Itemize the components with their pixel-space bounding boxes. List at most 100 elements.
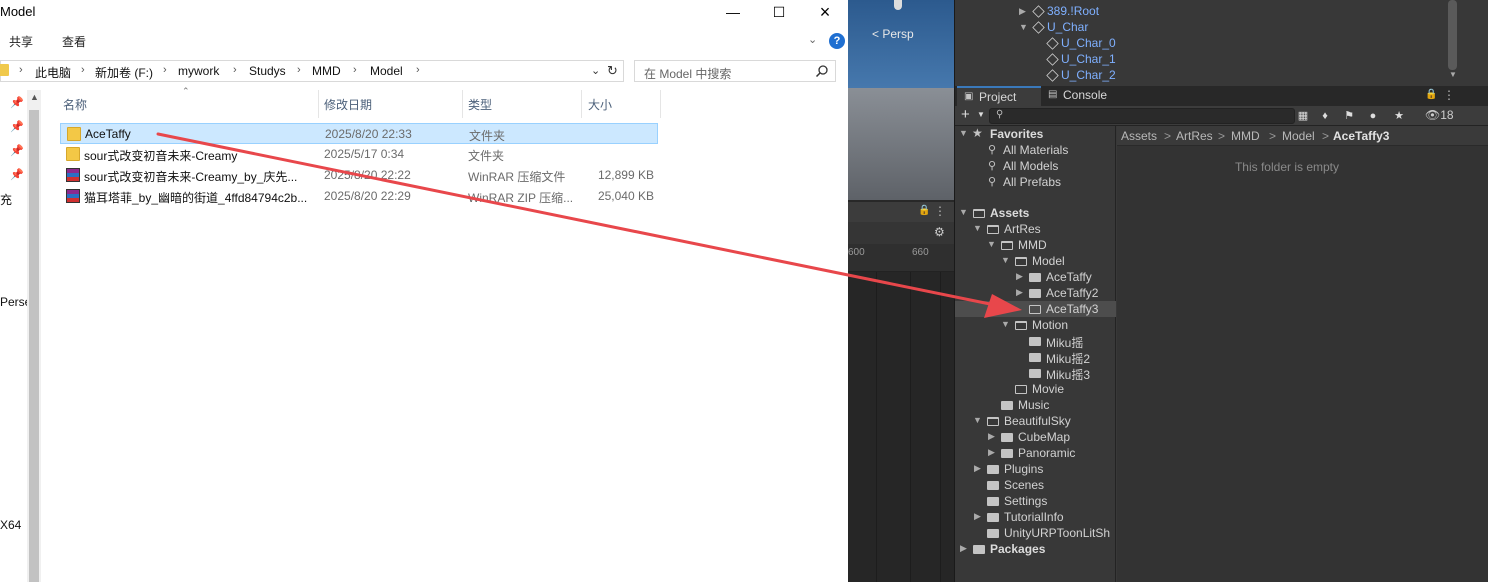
tree-node[interactable]: Miku摇 bbox=[955, 333, 1116, 350]
expand-arrow-icon[interactable]: ▼ bbox=[1019, 22, 1028, 32]
maximize-button[interactable]: ☐ bbox=[756, 0, 802, 26]
gear-icon[interactable]: ⚙ bbox=[934, 225, 945, 239]
project-search-input[interactable]: ⚲ bbox=[989, 108, 1295, 124]
scrollbar-thumb[interactable] bbox=[29, 110, 39, 582]
tree-node[interactable]: ▼ Motion bbox=[955, 317, 1116, 333]
expand-arrow-icon[interactable]: ▼ bbox=[987, 239, 996, 249]
breadcrumb-drive[interactable]: 新加卷 (F:) bbox=[95, 64, 153, 81]
tree-node[interactable]: Miku摇2 bbox=[955, 349, 1116, 366]
expand-arrow-icon[interactable]: ▶ bbox=[988, 431, 995, 442]
expand-arrow-icon[interactable]: ▶ bbox=[1016, 287, 1023, 298]
expand-arrow-icon[interactable]: ▶ bbox=[988, 447, 995, 458]
nav-item-partial[interactable]: 补充 bbox=[0, 191, 12, 208]
file-row[interactable]: AceTaffy 2025/8/20 22:33 文件夹 bbox=[60, 123, 658, 144]
column-header-size[interactable]: 大小 bbox=[588, 96, 612, 113]
breadcrumb-this-pc[interactable]: 此电脑 bbox=[35, 64, 71, 81]
search-input[interactable]: 在 Model 中搜索 bbox=[644, 65, 731, 82]
expand-arrow-icon[interactable]: ▼ bbox=[973, 415, 982, 425]
pin-icon[interactable]: 📌 bbox=[10, 120, 24, 133]
tree-node[interactable]: Scenes bbox=[955, 477, 1116, 493]
chevron-right-icon[interactable]: › bbox=[19, 64, 23, 76]
expand-arrow-icon[interactable]: ▼ bbox=[959, 207, 968, 217]
address-bar[interactable]: › 此电脑 › 新加卷 (F:) › mywork › Studys › MMD… bbox=[0, 60, 624, 82]
nav-scrollbar[interactable]: ▲ bbox=[27, 90, 41, 582]
lock-icon[interactable]: 🔒 bbox=[1425, 89, 1437, 100]
refresh-icon[interactable]: ↻ bbox=[607, 63, 618, 79]
column-divider[interactable] bbox=[462, 90, 463, 118]
chevron-down-icon[interactable]: ⌄ bbox=[808, 33, 817, 46]
pin-icon[interactable]: 📌 bbox=[10, 168, 24, 181]
scroll-down-icon[interactable]: ▼ bbox=[1449, 70, 1457, 79]
breadcrumb-current[interactable]: AceTaffy3 bbox=[1333, 129, 1389, 143]
breadcrumb-model[interactable]: Model bbox=[370, 64, 403, 78]
expand-arrow-icon[interactable]: ▶ bbox=[974, 463, 981, 474]
hidden-packages-count[interactable]: 👁18 bbox=[1425, 108, 1454, 122]
close-button[interactable]: × bbox=[802, 0, 848, 26]
minimize-button[interactable]: — bbox=[710, 0, 756, 26]
hierarchy-item[interactable]: U_Char_1 bbox=[1061, 52, 1116, 66]
tree-node[interactable]: ▼ ArtRes bbox=[955, 221, 1116, 237]
expand-arrow-icon[interactable]: ▶ bbox=[960, 543, 967, 554]
tree-node[interactable]: ▼ Model bbox=[955, 253, 1116, 269]
timeline-tracks[interactable] bbox=[848, 272, 954, 582]
orientation-gizmo-icon[interactable] bbox=[894, 0, 902, 10]
tab-view[interactable]: 查看 bbox=[62, 33, 86, 50]
nav-item-partial[interactable]: X64 bbox=[0, 518, 21, 532]
tree-node[interactable]: ▼ MMD bbox=[955, 237, 1116, 253]
file-row[interactable]: 猫耳塔菲_by_幽暗的街道_4ffd84794c2b... 2025/8/20 … bbox=[60, 186, 658, 207]
tree-node[interactable]: Movie bbox=[955, 381, 1116, 397]
expand-arrow-icon[interactable]: ▼ bbox=[1001, 319, 1010, 329]
expand-arrow-icon[interactable]: ▶ bbox=[1016, 271, 1023, 282]
expand-arrow-icon[interactable]: ▶ bbox=[1019, 6, 1026, 17]
tab-project[interactable]: ▣ Project bbox=[957, 86, 1041, 106]
project-content-area[interactable]: Assets > ArtRes > MMD > Model > AceTaffy… bbox=[1117, 126, 1488, 582]
breadcrumb-item[interactable]: MMD bbox=[1231, 129, 1260, 143]
favorite-star-icon[interactable]: ★ bbox=[1391, 108, 1407, 124]
filter-type-icon[interactable]: ♦ bbox=[1317, 108, 1333, 124]
create-button[interactable]: + bbox=[961, 106, 970, 123]
chevron-right-icon[interactable]: › bbox=[163, 64, 167, 76]
breadcrumb-mmd[interactable]: MMD bbox=[312, 64, 341, 78]
chevron-right-icon[interactable]: › bbox=[297, 64, 301, 76]
tree-node[interactable]: ⚲ All Prefabs bbox=[955, 174, 1116, 190]
scroll-up-icon[interactable]: ▲ bbox=[30, 92, 39, 102]
chevron-right-icon[interactable]: › bbox=[353, 64, 357, 76]
tree-node[interactable]: ▼ BeautifulSky bbox=[955, 413, 1116, 429]
column-header-date[interactable]: 修改日期 bbox=[324, 96, 372, 113]
hierarchy-item[interactable]: 389.!Root bbox=[1047, 4, 1099, 18]
more-options-icon[interactable]: ⋮ bbox=[1443, 88, 1455, 102]
hierarchy-item[interactable]: U_Char_2 bbox=[1061, 68, 1116, 82]
tree-node-assets[interactable]: ▼ Assets bbox=[955, 205, 1116, 221]
file-row[interactable]: sour式改变初音未来-Creamy 2025/5/17 0:34 文件夹 bbox=[60, 144, 658, 165]
tree-node[interactable]: ▶ Plugins bbox=[955, 461, 1116, 477]
expand-arrow-icon[interactable]: ▼ bbox=[959, 128, 968, 138]
expand-arrow-icon[interactable]: ▼ bbox=[973, 223, 982, 233]
column-divider[interactable] bbox=[318, 90, 319, 118]
column-header-name[interactable]: 名称 bbox=[63, 96, 87, 113]
tree-node[interactable]: ⚲ All Models bbox=[955, 158, 1116, 174]
search-box[interactable]: 在 Model 中搜索 bbox=[634, 60, 836, 82]
chevron-down-icon[interactable]: ▼ bbox=[977, 110, 985, 119]
tree-node[interactable]: Settings bbox=[955, 493, 1116, 509]
search-by-type-icon[interactable]: ▦ bbox=[1295, 108, 1311, 124]
lock-icon[interactable]: 🔒 bbox=[918, 205, 930, 216]
tree-node[interactable]: ▶ AceTaffy2 bbox=[955, 285, 1116, 301]
pin-icon[interactable]: 📌 bbox=[10, 144, 24, 157]
search-icon[interactable] bbox=[815, 64, 829, 78]
pin-icon[interactable]: 📌 bbox=[10, 96, 24, 109]
tree-node-selected[interactable]: AceTaffy3 bbox=[955, 301, 1116, 317]
column-header-type[interactable]: 类型 bbox=[468, 96, 492, 113]
tab-share[interactable]: 共享 bbox=[9, 33, 33, 50]
warning-icon[interactable]: ● bbox=[1365, 108, 1381, 124]
tree-node[interactable]: ▶ AceTaffy bbox=[955, 269, 1116, 285]
tree-node[interactable]: ▶ CubeMap bbox=[955, 429, 1116, 445]
tree-node[interactable]: ⚲ All Materials bbox=[955, 142, 1116, 158]
column-divider[interactable] bbox=[581, 90, 582, 118]
persp-label[interactable]: < Persp bbox=[872, 27, 914, 41]
address-dropdown-icon[interactable]: ⌄ bbox=[591, 64, 600, 77]
tree-node[interactable]: Music bbox=[955, 397, 1116, 413]
hierarchy-item[interactable]: U_Char bbox=[1047, 20, 1088, 34]
tree-node[interactable]: ▶ Panoramic bbox=[955, 445, 1116, 461]
breadcrumb-item[interactable]: Model bbox=[1282, 129, 1315, 143]
chevron-right-icon[interactable]: › bbox=[233, 64, 237, 76]
